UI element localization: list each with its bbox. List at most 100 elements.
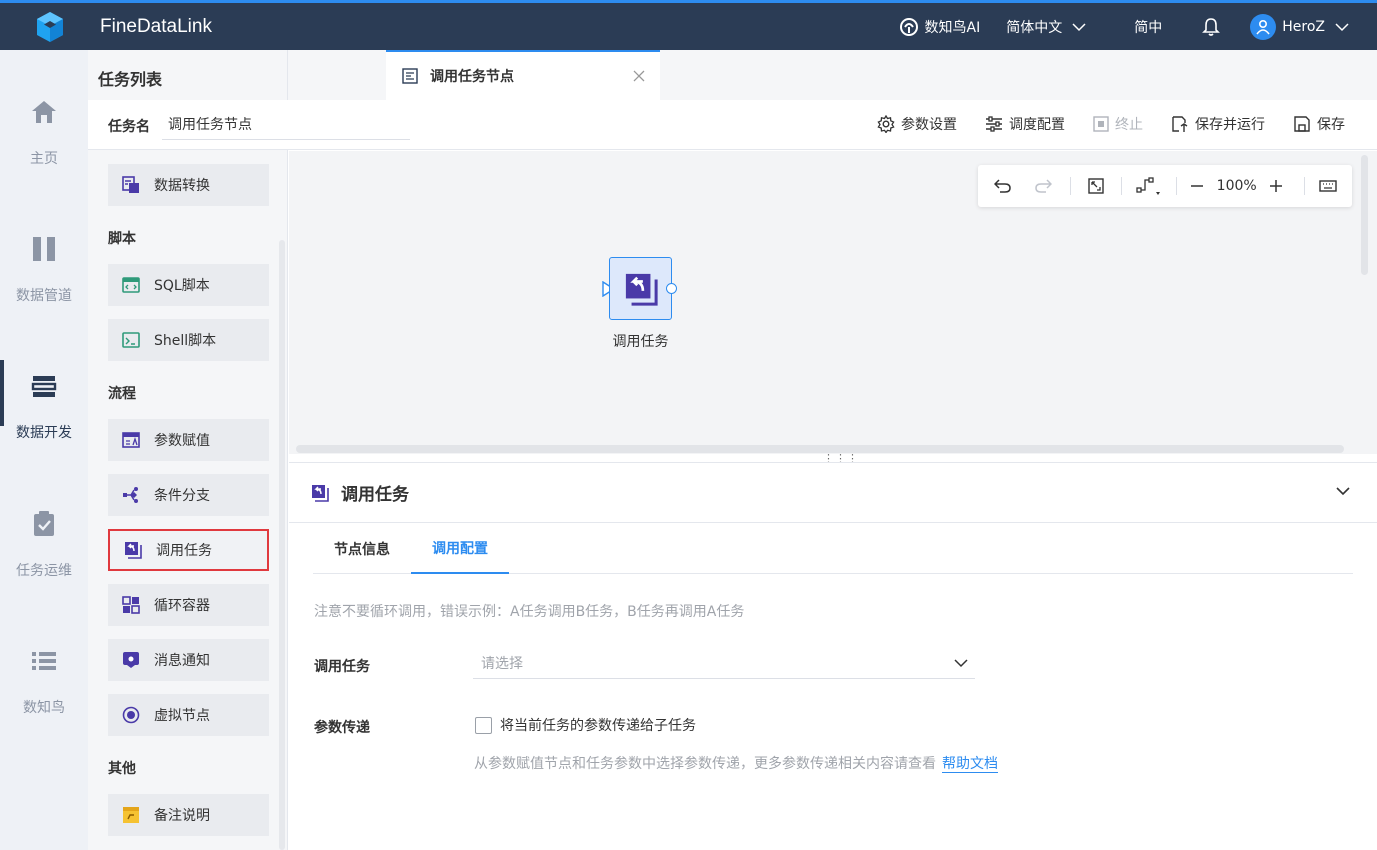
group-label-flow: 流程 bbox=[108, 386, 136, 402]
keyboard-shortcuts-button[interactable] bbox=[1305, 179, 1352, 193]
node-sql-script[interactable]: SQL脚本 bbox=[108, 264, 269, 306]
notification-button[interactable] bbox=[1202, 17, 1221, 37]
undo-button[interactable] bbox=[978, 178, 1027, 194]
stop-icon bbox=[1093, 116, 1109, 132]
lang-short-button[interactable]: 简中 bbox=[1134, 17, 1162, 37]
nav-label: 任务运维 bbox=[16, 563, 72, 579]
list-icon bbox=[32, 652, 56, 670]
fit-view-button[interactable] bbox=[1071, 177, 1120, 195]
param-settings-button[interactable]: 参数设置 bbox=[877, 114, 957, 134]
call-task-select[interactable]: 请选择 bbox=[473, 647, 975, 679]
param-pass-option[interactable]: 将当前任务的参数传递给子任务 bbox=[475, 715, 696, 735]
pipeline-icon bbox=[33, 237, 55, 261]
panel-tabs: 节点信息 调用配置 bbox=[313, 523, 1353, 574]
branch-icon bbox=[123, 487, 138, 503]
canvas-vertical-scrollbar[interactable] bbox=[1361, 155, 1368, 275]
panel-resize-handle[interactable]: ⋮⋮⋮ bbox=[289, 452, 1377, 465]
save-run-button[interactable]: 保存并运行 bbox=[1171, 114, 1265, 134]
param-pass-checkbox-label: 将当前任务的参数传递给子任务 bbox=[500, 718, 696, 734]
gear-icon bbox=[877, 115, 895, 133]
node-label: 虚拟节点 bbox=[154, 708, 210, 724]
keyboard-icon bbox=[1319, 180, 1338, 192]
node-virtual[interactable]: 虚拟节点 bbox=[108, 694, 269, 736]
home-icon bbox=[32, 101, 56, 123]
tab-label: 调用任务节点 bbox=[430, 69, 514, 85]
ai-label: 数知鸟AI bbox=[924, 19, 981, 36]
task-name-input[interactable] bbox=[162, 108, 410, 140]
zoom-out-button[interactable] bbox=[1177, 179, 1216, 193]
call-task-icon bbox=[125, 542, 142, 559]
tab-node-info[interactable]: 节点信息 bbox=[313, 523, 411, 574]
nav-item-home[interactable]: 主页 bbox=[0, 94, 88, 194]
task-header: 任务名 参数设置 调度配置 终止 保存并运行 保存 bbox=[88, 100, 1377, 150]
plus-icon bbox=[1270, 180, 1283, 192]
nav-item-shuzhiniao[interactable]: 数知鸟 bbox=[0, 643, 88, 743]
node-remark[interactable]: 备注说明 bbox=[108, 794, 269, 836]
group-label-script: 脚本 bbox=[108, 231, 136, 247]
tab-bar: 调用任务节点 bbox=[288, 50, 1377, 100]
canvas-horizontal-scrollbar[interactable] bbox=[296, 445, 1344, 453]
sliders-icon bbox=[986, 116, 1002, 132]
flow-node-call-task[interactable] bbox=[609, 257, 672, 320]
node-loop-container[interactable]: 循环容器 bbox=[108, 584, 269, 626]
canvas-toolbar: 100% bbox=[978, 165, 1352, 207]
node-label: 参数赋值 bbox=[154, 433, 210, 449]
fit-view-icon bbox=[1088, 178, 1104, 194]
app-logo-icon[interactable] bbox=[32, 9, 68, 45]
layout-icon bbox=[1136, 177, 1160, 195]
param-pass-label: 参数传递 bbox=[314, 720, 370, 736]
nav-label: 数知鸟 bbox=[23, 700, 65, 716]
stop-button[interactable]: 终止 bbox=[1093, 114, 1143, 134]
data-dev-icon bbox=[31, 376, 57, 397]
call-task-icon bbox=[625, 273, 658, 306]
param-assign-icon bbox=[122, 432, 140, 448]
user-menu[interactable]: HeroZ bbox=[1250, 13, 1349, 40]
tab-call-task-node[interactable]: 调用任务节点 bbox=[386, 50, 660, 100]
flow-canvas[interactable]: 100% 调用任务 bbox=[289, 151, 1377, 454]
zoom-in-button[interactable] bbox=[1257, 179, 1296, 193]
tab-call-config[interactable]: 调用配置 bbox=[411, 523, 509, 574]
chevron-down-icon bbox=[954, 659, 968, 668]
node-config-panel: 调用任务 节点信息 调用配置 注意不要循环调用，错误示例：A任务调用B任务，B任… bbox=[289, 462, 1377, 850]
stop-label: 终止 bbox=[1115, 117, 1143, 133]
node-param-assign[interactable]: 参数赋值 bbox=[108, 419, 269, 461]
node-message[interactable]: 消息通知 bbox=[108, 639, 269, 681]
call-task-icon bbox=[312, 484, 329, 502]
node-shell-script[interactable]: Shell脚本 bbox=[108, 319, 269, 361]
help-doc-link[interactable]: 帮助文档 bbox=[942, 756, 998, 773]
chevron-down-icon[interactable] bbox=[1335, 485, 1351, 497]
node-label: 调用任务 bbox=[156, 543, 212, 559]
user-icon bbox=[1256, 19, 1270, 35]
node-label: 循环容器 bbox=[154, 598, 210, 614]
nav-item-pipeline[interactable]: 数据管道 bbox=[0, 231, 88, 331]
node-cond-branch[interactable]: 条件分支 bbox=[108, 474, 269, 516]
nav-label: 主页 bbox=[30, 151, 58, 167]
node-data-transform[interactable]: 数据转换 bbox=[108, 164, 269, 206]
redo-button[interactable] bbox=[1027, 178, 1058, 194]
nav-item-task-ops[interactable]: 任务运维 bbox=[0, 506, 88, 606]
save-run-icon bbox=[1172, 116, 1188, 132]
node-label: Shell脚本 bbox=[154, 333, 217, 349]
task-name-label: 任务名 bbox=[108, 119, 150, 135]
toolbar: 参数设置 调度配置 终止 保存并运行 保存 bbox=[849, 114, 1345, 134]
node-call-task[interactable]: 调用任务 bbox=[108, 529, 269, 571]
language-select[interactable]: 简体中文 bbox=[1006, 17, 1086, 37]
virtual-node-icon bbox=[122, 706, 140, 724]
node-label: 数据转换 bbox=[154, 178, 210, 194]
save-button[interactable]: 保存 bbox=[1293, 114, 1345, 134]
close-icon[interactable] bbox=[632, 69, 646, 83]
layout-button[interactable] bbox=[1121, 176, 1176, 196]
task-list-title: 任务列表 bbox=[98, 70, 163, 89]
param-hint: 从参数赋值节点和任务参数中选择参数传递，更多参数传递相关内容请查看 帮助文档 bbox=[474, 753, 998, 773]
node-label: 备注说明 bbox=[154, 808, 210, 824]
data-transform-icon bbox=[122, 176, 139, 193]
avatar bbox=[1250, 13, 1277, 40]
flow-node-label: 调用任务 bbox=[612, 334, 669, 350]
loop-container-icon bbox=[122, 596, 140, 614]
task-list-scrollbar[interactable] bbox=[279, 240, 285, 850]
nav-item-data-dev[interactable]: 数据开发 bbox=[0, 360, 88, 468]
output-port[interactable] bbox=[666, 283, 677, 294]
ai-assistant-button[interactable]: 数知鸟AI bbox=[899, 17, 981, 37]
schedule-config-button[interactable]: 调度配置 bbox=[985, 114, 1065, 134]
param-pass-checkbox[interactable] bbox=[475, 716, 492, 734]
